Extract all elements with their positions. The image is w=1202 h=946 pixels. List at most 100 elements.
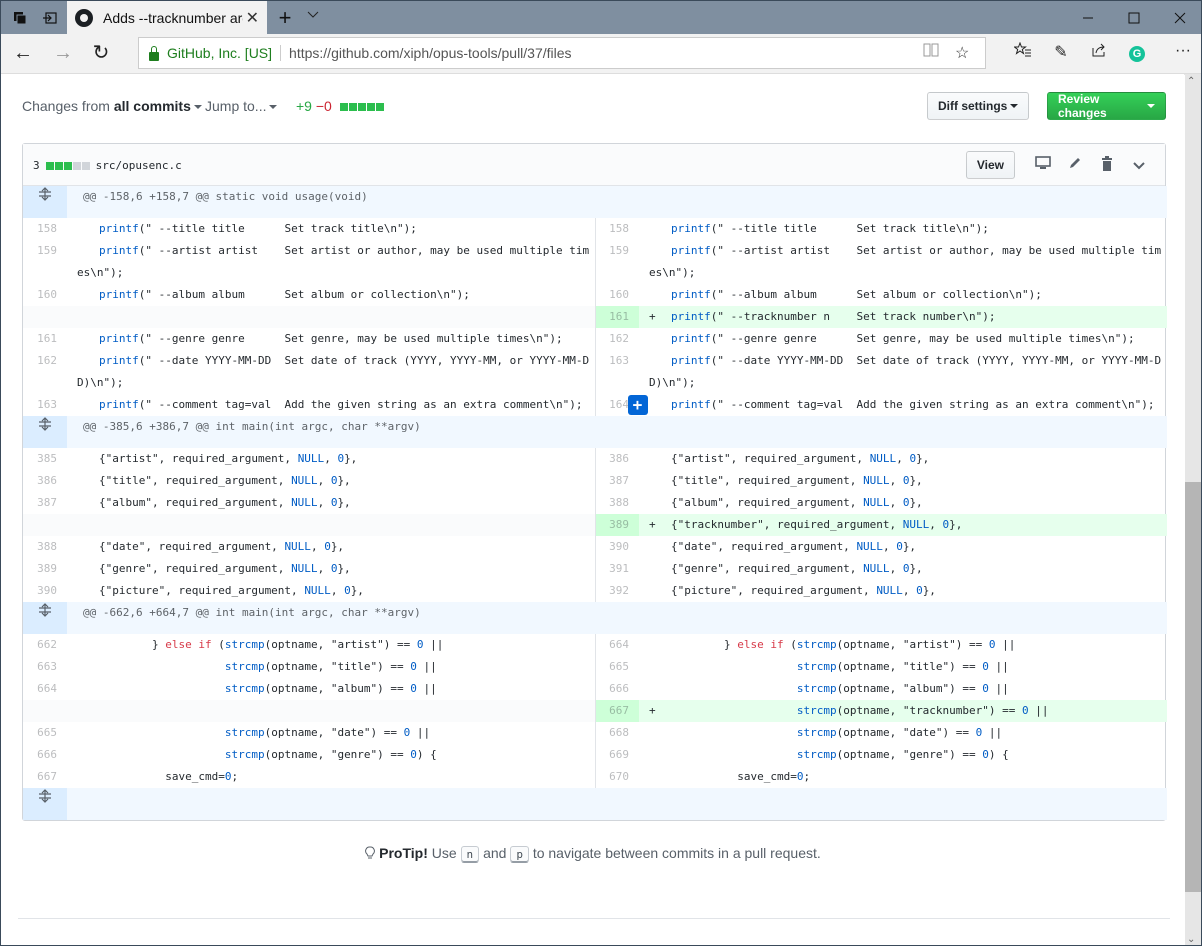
grammarly-extension-icon[interactable]: G bbox=[1129, 46, 1153, 62]
expand-lines-icon[interactable] bbox=[23, 602, 67, 634]
scroll-down-arrow-icon[interactable]: ⌄ bbox=[1187, 934, 1195, 945]
old-line-number[interactable]: 665 bbox=[23, 722, 67, 744]
old-line-number[interactable]: 389 bbox=[23, 558, 67, 580]
new-line-number[interactable]: 158 bbox=[594, 218, 639, 240]
diff-marker bbox=[649, 394, 671, 416]
close-window-button[interactable] bbox=[1157, 1, 1201, 34]
jump-to-dropdown[interactable]: Jump to... bbox=[205, 98, 278, 114]
old-line-number[interactable]: 385 bbox=[23, 448, 67, 470]
hunk-header-text: @@ -158,6 +158,7 @@ static void usage(vo… bbox=[67, 186, 1168, 218]
code-text: (optname, "date") == bbox=[836, 726, 976, 739]
old-line-number[interactable]: 388 bbox=[23, 536, 67, 558]
diff-marker bbox=[649, 240, 671, 262]
old-line-number[interactable] bbox=[23, 514, 67, 536]
new-line-number[interactable]: 391 bbox=[594, 558, 639, 580]
new-line-number[interactable]: 667 bbox=[594, 700, 639, 722]
old-line-number[interactable] bbox=[23, 306, 67, 328]
certificate-label[interactable]: GitHub, Inc. [US] bbox=[167, 45, 282, 61]
reading-view-icon[interactable] bbox=[923, 43, 939, 62]
old-line-number[interactable]: 386 bbox=[23, 470, 67, 492]
old-line-number[interactable]: 663 bbox=[23, 656, 67, 678]
new-line-number[interactable]: 664 bbox=[594, 634, 639, 656]
new-line-number[interactable]: 387 bbox=[594, 470, 639, 492]
diff-settings-button[interactable]: Diff settings bbox=[927, 92, 1030, 120]
delete-trash-icon[interactable] bbox=[1091, 155, 1123, 175]
view-file-button[interactable]: View bbox=[965, 151, 1015, 179]
new-line-number[interactable]: 161 bbox=[594, 306, 639, 328]
new-line-number[interactable]: 388 bbox=[594, 492, 639, 514]
new-line-number[interactable]: 390 bbox=[594, 536, 639, 558]
old-line-number[interactable]: 161 bbox=[23, 328, 67, 350]
expand-lines-icon[interactable] bbox=[23, 788, 67, 820]
old-line-number[interactable]: 160 bbox=[23, 284, 67, 306]
add-comment-button[interactable]: + bbox=[627, 395, 648, 415]
code-text: || bbox=[410, 726, 431, 739]
old-line-number[interactable]: 664 bbox=[23, 678, 67, 700]
old-line-number[interactable]: 666 bbox=[23, 744, 67, 766]
vertical-scrollbar[interactable]: ⌃ ⌄ bbox=[1184, 74, 1201, 945]
maximize-button[interactable] bbox=[1111, 1, 1157, 34]
new-line-number[interactable]: 668 bbox=[594, 722, 639, 744]
review-changes-button[interactable]: Review changes bbox=[1047, 92, 1166, 120]
favorite-star-icon[interactable]: ☆ bbox=[955, 43, 969, 63]
dropdown-caret-icon bbox=[1147, 104, 1155, 108]
new-line-number[interactable]: 670 bbox=[594, 766, 639, 788]
collapse-chevron-icon[interactable] bbox=[1123, 156, 1155, 174]
back-button[interactable]: ← bbox=[11, 42, 35, 66]
new-line-number[interactable]: 666 bbox=[594, 678, 639, 700]
new-line-number[interactable]: 163 bbox=[594, 350, 639, 394]
old-line-number[interactable]: 390 bbox=[23, 580, 67, 602]
edit-pencil-icon[interactable] bbox=[1059, 156, 1091, 174]
scrollbar-thumb[interactable] bbox=[1184, 482, 1201, 892]
new-line-number[interactable]: 164 + bbox=[594, 394, 648, 416]
active-tab[interactable]: Adds --tracknumber arg ✕ bbox=[67, 1, 267, 34]
old-line-number[interactable]: 387 bbox=[23, 492, 67, 514]
diff-marker: + bbox=[649, 704, 656, 717]
new-line-number[interactable]: 389 bbox=[594, 514, 639, 536]
code-keyword: NULL bbox=[863, 496, 890, 509]
new-line-number[interactable]: 392 bbox=[594, 580, 639, 602]
diff-row-context: 666 strcmp(optname, "genre") == 0) {669 … bbox=[23, 744, 1167, 766]
code-keyword: NULL bbox=[902, 518, 930, 531]
notes-pen-icon[interactable]: ✎ bbox=[1049, 42, 1073, 62]
close-tab-icon[interactable]: ✕ bbox=[246, 8, 259, 28]
new-line-number[interactable]: 160 bbox=[594, 284, 639, 306]
old-line-number[interactable]: 159 bbox=[23, 240, 67, 284]
refresh-button[interactable]: ↻ bbox=[89, 42, 113, 66]
url-text[interactable]: https://github.com/xiph/opus-tools/pull/… bbox=[281, 45, 572, 61]
changes-from-dropdown[interactable]: Changes from all commits bbox=[22, 98, 202, 114]
old-line-number[interactable]: 667 bbox=[23, 766, 67, 788]
set-aside-tabs-icon[interactable] bbox=[35, 1, 65, 34]
deletions-count: −0 bbox=[315, 98, 332, 114]
code-text: , bbox=[929, 518, 943, 531]
old-line-number[interactable] bbox=[23, 700, 67, 722]
old-line-number[interactable]: 158 bbox=[23, 218, 67, 240]
new-line-number[interactable]: 665 bbox=[594, 656, 639, 678]
code-keyword: NULL bbox=[863, 474, 890, 487]
share-icon[interactable] bbox=[1087, 42, 1111, 63]
tab-list-chevron-icon[interactable] bbox=[307, 8, 319, 22]
minimize-button[interactable] bbox=[1065, 1, 1111, 34]
tab-manager-icon[interactable] bbox=[5, 1, 35, 34]
expand-lines-icon[interactable] bbox=[23, 416, 67, 448]
old-line-number[interactable]: 162 bbox=[23, 350, 67, 394]
new-line-number[interactable]: 386 bbox=[594, 448, 639, 470]
scroll-up-arrow-icon[interactable]: ⌃ bbox=[1187, 76, 1195, 87]
diffstat-block bbox=[45, 161, 54, 170]
address-bar[interactable]: GitHub, Inc. [US] https://github.com/xip… bbox=[138, 37, 986, 69]
new-line-number[interactable]: 669 bbox=[594, 744, 639, 766]
diff-marker bbox=[77, 394, 99, 416]
new-tab-button[interactable]: + bbox=[273, 5, 297, 31]
forward-button[interactable]: → bbox=[51, 42, 75, 66]
expand-lines-icon[interactable] bbox=[23, 186, 67, 218]
code-text: ( bbox=[211, 638, 225, 651]
new-line-number[interactable]: 162 bbox=[594, 328, 639, 350]
new-line-number[interactable]: 159 bbox=[594, 240, 639, 284]
desktop-icon[interactable] bbox=[1027, 156, 1059, 174]
old-line-number[interactable]: 163 bbox=[23, 394, 67, 416]
old-line-number[interactable]: 662 bbox=[23, 634, 67, 656]
more-options-icon[interactable]: ··· bbox=[1171, 42, 1195, 60]
favorites-hub-icon[interactable] bbox=[1011, 41, 1035, 63]
file-path[interactable]: src/opusenc.c bbox=[96, 159, 182, 172]
